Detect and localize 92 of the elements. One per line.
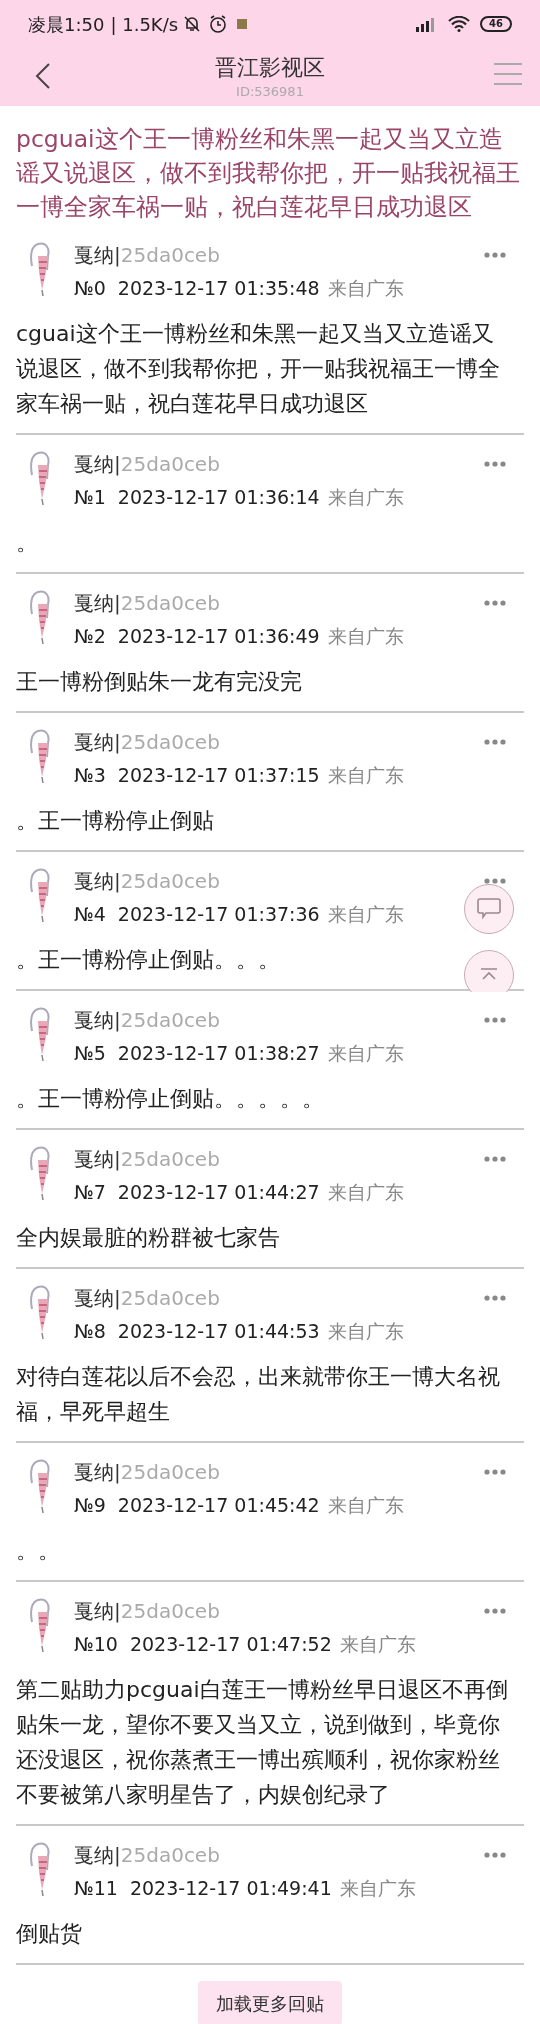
more-icon[interactable] [484,461,506,467]
more-icon[interactable] [484,1156,506,1162]
post-body: 。王一博粉停止倒贴。。。。。 [16,1085,324,1113]
alarm-icon [208,14,229,34]
menu-icon[interactable] [494,62,522,86]
post-body: 倒贴货 [16,1920,82,1948]
floor-number: №7 [74,1180,106,1205]
post-body: 。。 [16,1537,60,1565]
post-time: 2023-12-17 01:38:27 [117,1041,320,1066]
post-body: 第二贴助力pcguai白莲王一博粉丝早日退区不再倒贴朱一龙，望你不要又当又立，说到做到，毕竟你还没退区，祝你蒸煮王一博出殡顺利，祝你家粉丝不要被第八家明星告了，内娱创纪录了 [16,1676,509,1809]
user-name[interactable]: 戛纳| [74,1005,121,1035]
user-id: 25da0ceb [120,1007,220,1034]
post-location: 来自广东 [339,1632,416,1657]
user-id: 25da0ceb [120,1459,220,1486]
user-id: 25da0ceb [120,868,220,895]
post-body: 对待白莲花以后不会忍，出来就带你王一博大名祝福，早死早超生 [16,1363,501,1426]
post-location: 来自广东 [327,902,404,927]
battery-indicator: 46 [480,16,512,32]
post-location: 来自广东 [339,1876,416,1901]
floor-number: №3 [74,763,106,788]
floor-number: №10 [74,1632,118,1657]
user-id: 25da0ceb [120,451,220,478]
post-time: 2023-12-17 01:35:48 [117,276,320,301]
reply-button[interactable] [464,884,514,934]
user-id: 25da0ceb [120,1146,220,1173]
more-icon[interactable] [484,1017,506,1023]
post-body: 全内娱最脏的粉群被七家告 [16,1224,280,1252]
user-id: 25da0ceb [120,1285,220,1312]
more-icon[interactable] [484,1852,506,1858]
post-time: 2023-12-17 01:37:36 [117,902,320,927]
user-name[interactable]: 戛纳| [74,588,121,618]
user-name[interactable]: 戛纳| [74,449,121,479]
post-time: 2023-12-17 01:49:41 [129,1876,332,1901]
load-more-button[interactable]: 加载更多回贴 [198,1981,342,2024]
post-body: 。王一博粉停止倒贴。。。 [16,946,280,974]
status-time: 凌晨1:50 [28,12,105,37]
post-location: 来自广东 [327,1319,404,1344]
chat-bubble-icon [476,897,502,921]
floor-number: №0 [74,276,106,301]
board-id: ID:536981 [236,83,304,101]
wifi-icon [448,16,470,32]
post-location: 来自广东 [327,276,404,301]
user-name[interactable]: 戛纳| [74,1144,121,1174]
user-name[interactable]: 戛纳| [74,1457,121,1487]
more-icon[interactable] [484,1295,506,1301]
post-location: 来自广东 [327,1493,404,1518]
post-time: 2023-12-17 01:44:27 [117,1180,320,1205]
post-time: 2023-12-17 01:36:14 [117,485,320,510]
back-icon[interactable] [34,62,52,90]
more-icon[interactable] [484,600,506,606]
user-id: 25da0ceb [120,590,220,617]
user-name[interactable]: 戛纳| [74,1283,121,1313]
more-icon[interactable] [484,1608,506,1614]
floor-number: №8 [74,1319,106,1344]
thread-title: pcguai这个王一博粉丝和朱黑一起又当又立造谣又说退区，做不到我帮你把，开一贴我祝福王一博全家车祸一贴，祝白莲花早日成功退区 [16,124,521,223]
user-name[interactable]: 戛纳| [74,727,121,757]
user-name[interactable]: 戛纳| [74,240,121,270]
post-location: 来自广东 [327,1180,404,1205]
more-icon[interactable] [484,252,506,258]
user-id: 25da0ceb [120,1598,220,1625]
floor-number: №2 [74,624,106,649]
scroll-top-button[interactable] [464,950,514,992]
floor-number: №5 [74,1041,106,1066]
user-name[interactable]: 戛纳| [74,866,121,896]
user-id: 25da0ceb [120,729,220,756]
app-notification-icon [236,18,249,30]
post-body: 。 [16,529,38,557]
user-id: 25da0ceb [120,1842,220,1869]
post-location: 来自广东 [327,1041,404,1066]
post-location: 来自广东 [327,624,404,649]
user-name[interactable]: 戛纳| [74,1840,121,1870]
post-time: 2023-12-17 01:45:42 [117,1493,320,1518]
post-body: 。王一博粉停止倒贴 [16,807,214,835]
network-speed: | 1.5K/s [110,12,179,37]
user-name[interactable]: 戛纳| [74,1596,121,1626]
user-id: 25da0ceb [120,242,220,269]
floor-number: №9 [74,1493,106,1518]
post-body: 王一博粉倒贴朱一龙有完没完 [16,668,302,696]
header-title: 晋江影视区 [215,54,325,82]
post-time: 2023-12-17 01:47:52 [129,1632,332,1657]
post-time: 2023-12-17 01:44:53 [117,1319,320,1344]
post-location: 来自广东 [327,763,404,788]
floor-number: №11 [74,1876,118,1901]
more-icon[interactable] [484,878,506,884]
post-time: 2023-12-17 01:37:15 [117,763,320,788]
post-location: 来自广东 [327,485,404,510]
post-body: cguai这个王一博粉丝和朱黑一起又当又立造谣又说退区，做不到我帮你把，开一贴我祝福王一博全家车祸一贴，祝白莲花早日成功退区 [16,320,501,418]
more-icon[interactable] [484,739,506,745]
post-time: 2023-12-17 01:36:49 [117,624,320,649]
floor-number: №1 [74,485,106,510]
more-icon[interactable] [484,1469,506,1475]
floor-number: №4 [74,902,106,927]
